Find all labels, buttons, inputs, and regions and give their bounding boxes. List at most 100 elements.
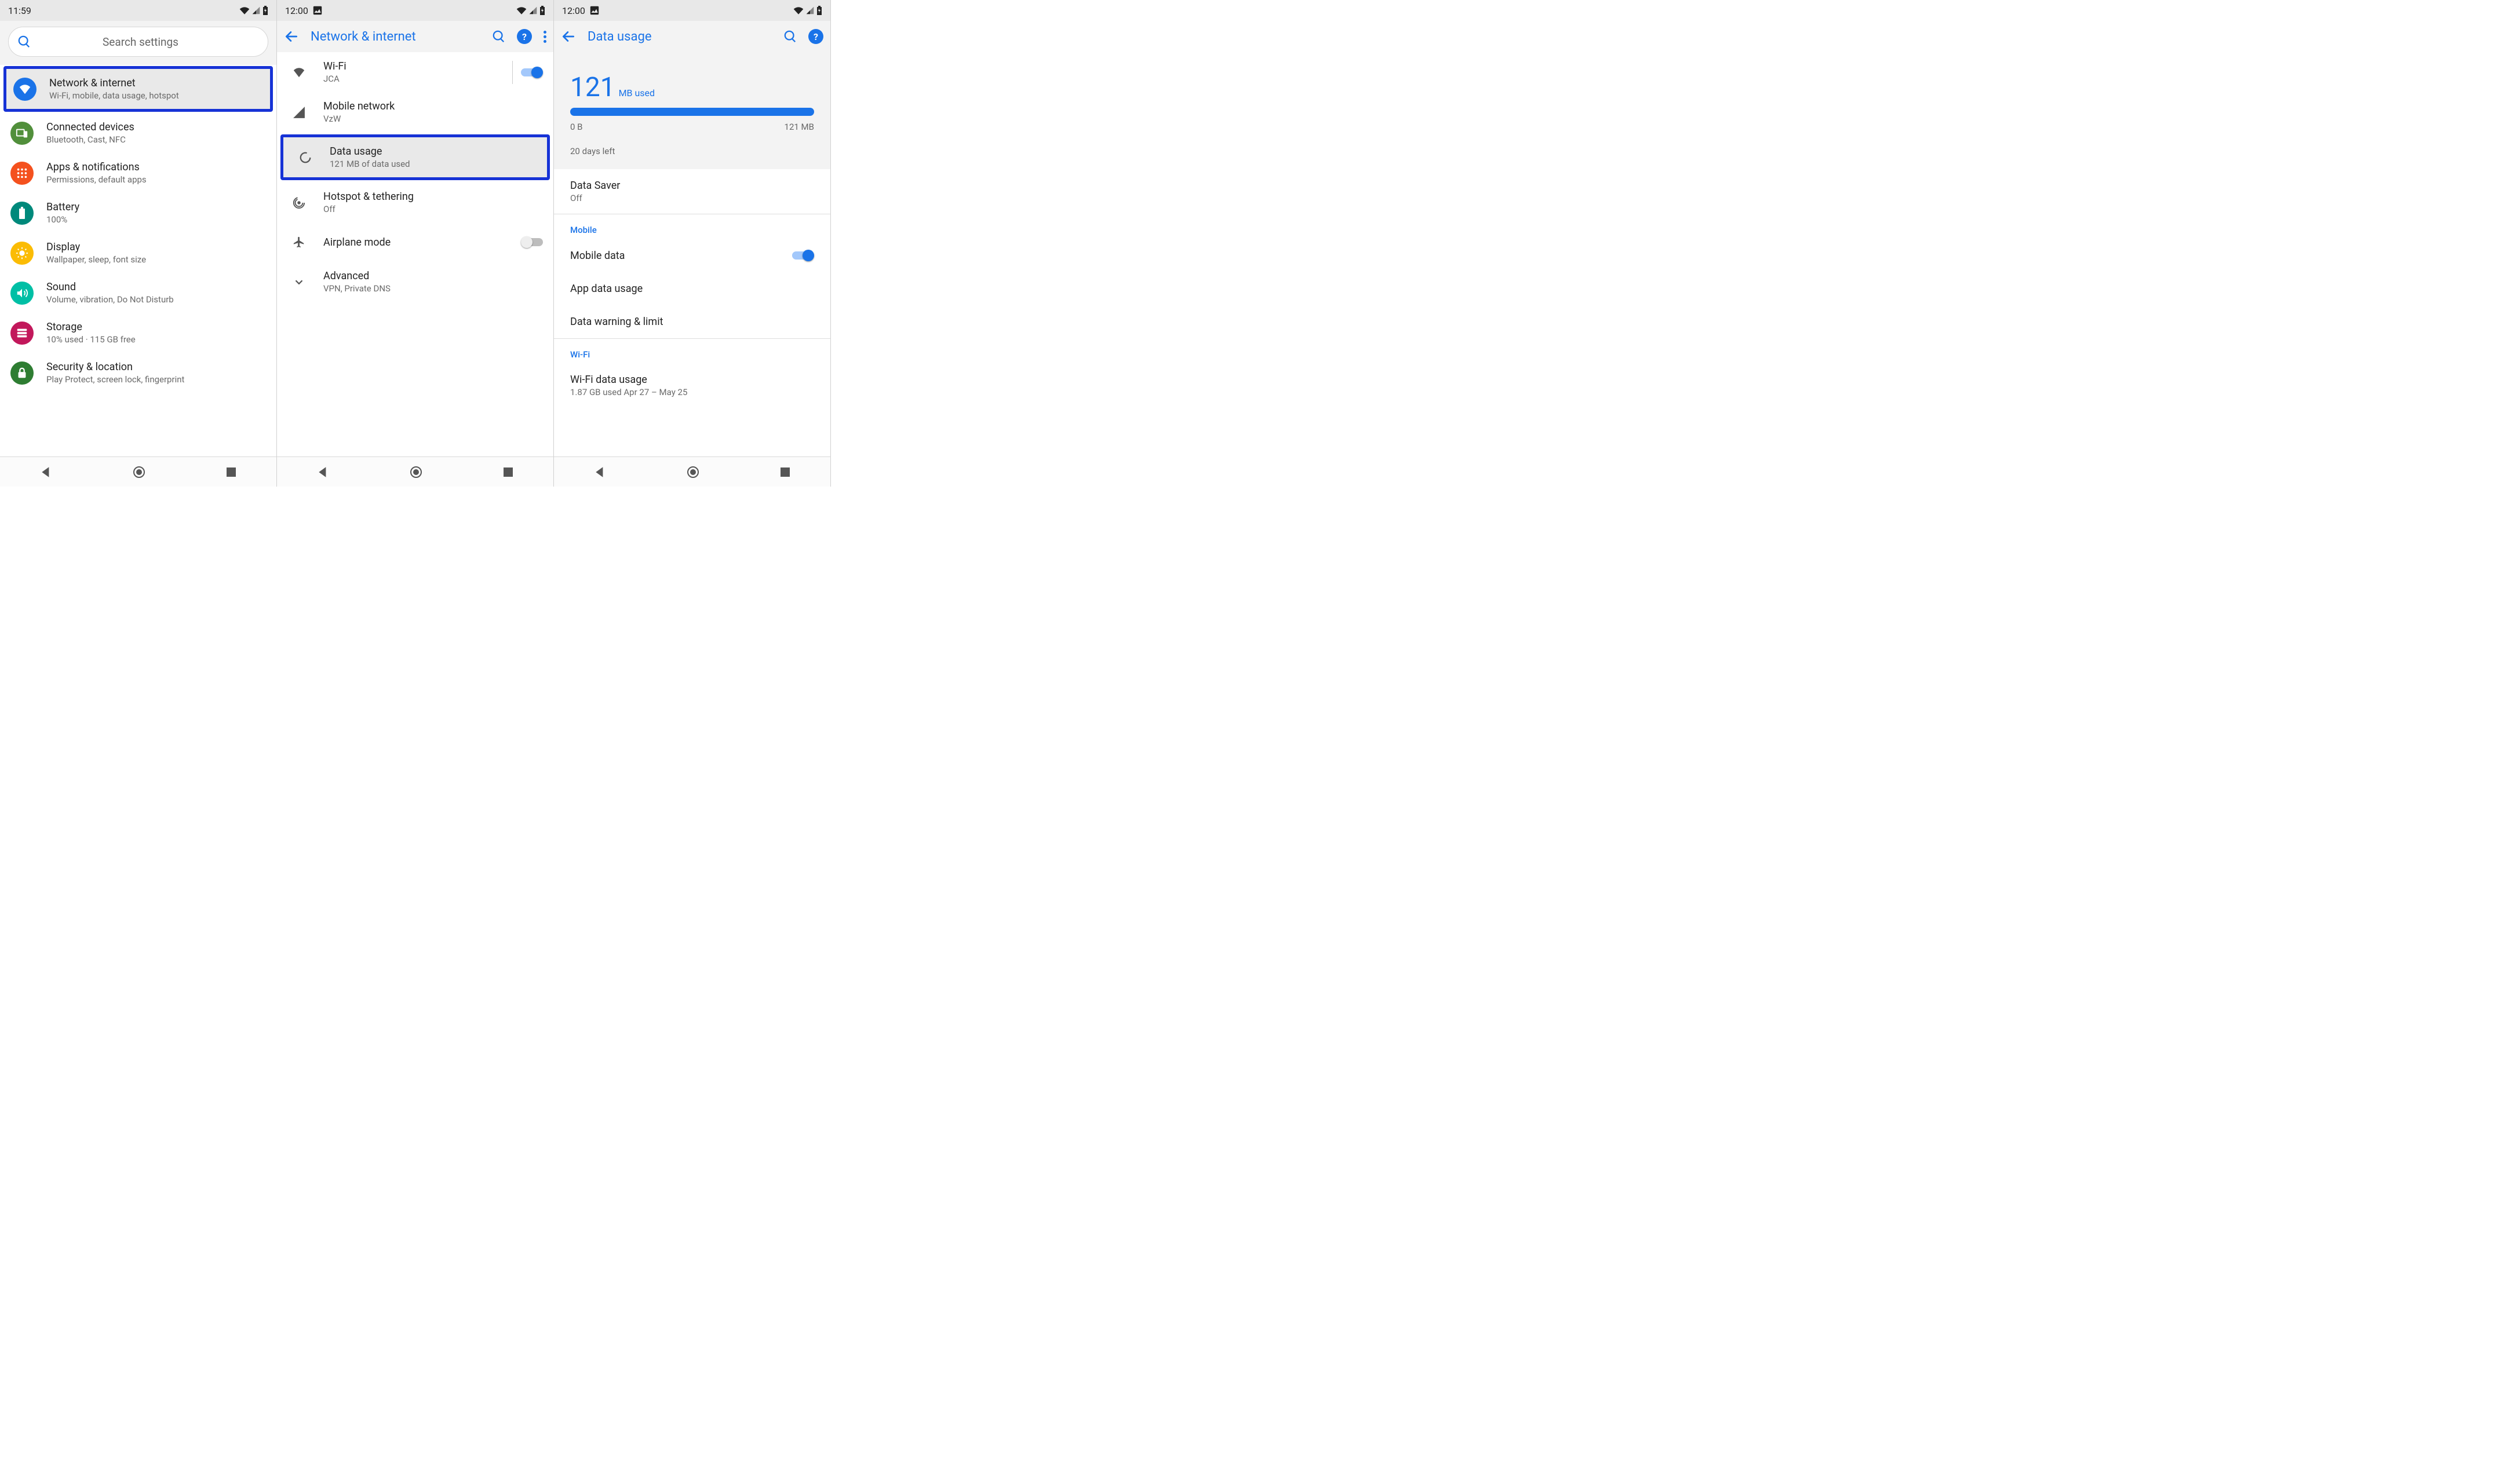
- row-subtitle: Wallpaper, sleep, font size: [46, 254, 146, 265]
- battery-icon: [10, 202, 34, 225]
- row-subtitle: 121 MB of data used: [330, 159, 410, 169]
- row-subtitle: Permissions, default apps: [46, 174, 147, 185]
- row-subtitle: 10% used · 115 GB free: [46, 334, 136, 345]
- wifi-usage-sub: 1.87 GB used Apr 27 – May 25: [570, 387, 687, 397]
- network-row-wi-fi[interactable]: Wi-Fi JCA: [277, 52, 553, 92]
- nav-recent-icon[interactable]: [225, 466, 237, 478]
- back-button[interactable]: [284, 29, 299, 44]
- row-title: Battery: [46, 201, 79, 213]
- status-time: 12:00: [285, 5, 308, 16]
- signal-icon: [287, 101, 311, 124]
- hotspot-icon: [287, 191, 311, 214]
- row-mobile-data[interactable]: Mobile data: [554, 239, 830, 272]
- nav-bar: [277, 456, 553, 487]
- network-row-mobile-network[interactable]: Mobile networkVzW: [277, 92, 553, 132]
- row-data-saver[interactable]: Data Saver Off: [554, 169, 830, 214]
- row-title: Wi-Fi: [323, 60, 347, 72]
- nav-recent-icon[interactable]: [502, 466, 514, 478]
- storage-icon: [10, 322, 34, 345]
- section-wifi: Wi-Fi: [554, 339, 830, 363]
- nav-back-icon[interactable]: [40, 466, 53, 478]
- search-icon: [493, 30, 505, 43]
- usage-min: 0 B: [570, 122, 583, 132]
- row-subtitle: Wi-Fi, mobile, data usage, hotspot: [49, 90, 179, 101]
- settings-list: Network & internetWi-Fi, mobile, data us…: [0, 65, 276, 456]
- usage-amount: 121: [570, 72, 615, 103]
- picture-icon: [590, 6, 599, 15]
- row-title: Storage: [46, 321, 136, 333]
- screen-data-usage: 12:00 Data usage ? 121 MB used 0 B 121 M…: [554, 0, 831, 487]
- datacircle-icon: [294, 146, 317, 169]
- settings-row-battery[interactable]: Battery100%: [0, 193, 276, 233]
- network-row-advanced[interactable]: AdvancedVPN, Private DNS: [277, 262, 553, 302]
- vertical-divider: [512, 61, 513, 84]
- nav-home-icon[interactable]: [132, 465, 146, 479]
- row-title: Sound: [46, 281, 174, 293]
- row-subtitle: VzW: [323, 114, 395, 124]
- row-title: Data usage: [330, 145, 410, 158]
- wifi-icon: [239, 6, 250, 14]
- row-title: Security & location: [46, 361, 184, 373]
- settings-row-connected-devices[interactable]: Connected devicesBluetooth, Cast, NFC: [0, 113, 276, 153]
- help-button[interactable]: ?: [808, 29, 823, 44]
- wi-fi-toggle[interactable]: [521, 66, 543, 79]
- search-settings[interactable]: Search settings: [8, 27, 268, 57]
- chevron-icon: [287, 271, 311, 294]
- nav-home-icon[interactable]: [686, 465, 700, 479]
- airplane-mode-toggle[interactable]: [521, 236, 543, 249]
- network-list: Wi-Fi JCA Mobile networkVzW Data usage121 M…: [277, 52, 553, 456]
- settings-row-security-location[interactable]: Security & locationPlay Protect, screen …: [0, 353, 276, 393]
- status-time: 12:00: [562, 5, 585, 16]
- status-bar: 11:59: [0, 0, 276, 21]
- nav-home-icon[interactable]: [409, 465, 423, 479]
- row-wifi-data-usage[interactable]: Wi-Fi data usage 1.87 GB used Apr 27 – M…: [554, 363, 830, 408]
- back-arrow-icon: [561, 29, 576, 44]
- mobile-data-toggle[interactable]: [792, 249, 814, 262]
- status-bar: 12:00: [554, 0, 830, 21]
- more-icon: [544, 31, 546, 43]
- row-subtitle: VPN, Private DNS: [323, 283, 391, 294]
- signal-icon: [252, 6, 260, 14]
- app-bar: Data usage ?: [554, 21, 830, 52]
- nav-back-icon[interactable]: [317, 466, 330, 478]
- picture-icon: [313, 6, 322, 15]
- settings-row-display[interactable]: DisplayWallpaper, sleep, font size: [0, 233, 276, 273]
- row-title: Network & internet: [49, 77, 179, 89]
- network-row-hotspot-tethering[interactable]: Hotspot & tetheringOff: [277, 182, 553, 222]
- nav-back-icon[interactable]: [594, 466, 607, 478]
- sound-icon: [10, 282, 34, 305]
- status-icons: [793, 6, 822, 15]
- row-data-warning-limit[interactable]: Data warning & limit: [554, 305, 830, 338]
- data-warning-label: Data warning & limit: [570, 316, 663, 328]
- row-title: Display: [46, 241, 146, 253]
- nav-recent-icon[interactable]: [779, 466, 791, 478]
- settings-row-storage[interactable]: Storage10% used · 115 GB free: [0, 313, 276, 353]
- row-subtitle: Off: [323, 204, 414, 214]
- data-saver-title: Data Saver: [570, 180, 620, 192]
- back-arrow-icon: [284, 29, 299, 44]
- row-app-data-usage[interactable]: App data usage: [554, 272, 830, 305]
- page-title: Network & internet: [311, 30, 481, 44]
- help-button[interactable]: ?: [517, 29, 532, 44]
- search-button[interactable]: [493, 30, 505, 43]
- search-button[interactable]: [784, 30, 797, 43]
- battery-icon: [816, 6, 822, 15]
- usage-max: 121 MB: [785, 122, 814, 132]
- apps-icon: [10, 162, 34, 185]
- settings-row-sound[interactable]: SoundVolume, vibration, Do Not Disturb: [0, 273, 276, 313]
- network-row-airplane-mode[interactable]: Airplane mode: [277, 222, 553, 262]
- network-row-data-usage[interactable]: Data usage121 MB of data used: [283, 137, 547, 177]
- overflow-menu[interactable]: [544, 31, 546, 43]
- row-subtitle: Play Protect, screen lock, fingerprint: [46, 374, 184, 385]
- status-time: 11:59: [8, 5, 31, 16]
- back-button[interactable]: [561, 29, 576, 44]
- wifi-fan-icon: [13, 78, 37, 101]
- usage-summary: 121 MB used 0 B 121 MB 20 days left: [554, 52, 830, 169]
- search-placeholder: Search settings: [23, 35, 258, 49]
- row-subtitle: JCA: [323, 74, 347, 84]
- settings-row-apps-notifications[interactable]: Apps & notificationsPermissions, default…: [0, 153, 276, 193]
- devices-icon: [10, 122, 34, 145]
- settings-row-network-internet[interactable]: Network & internetWi-Fi, mobile, data us…: [6, 69, 270, 109]
- wifi-usage-title: Wi-Fi data usage: [570, 374, 687, 386]
- page-title: Data usage: [588, 30, 772, 44]
